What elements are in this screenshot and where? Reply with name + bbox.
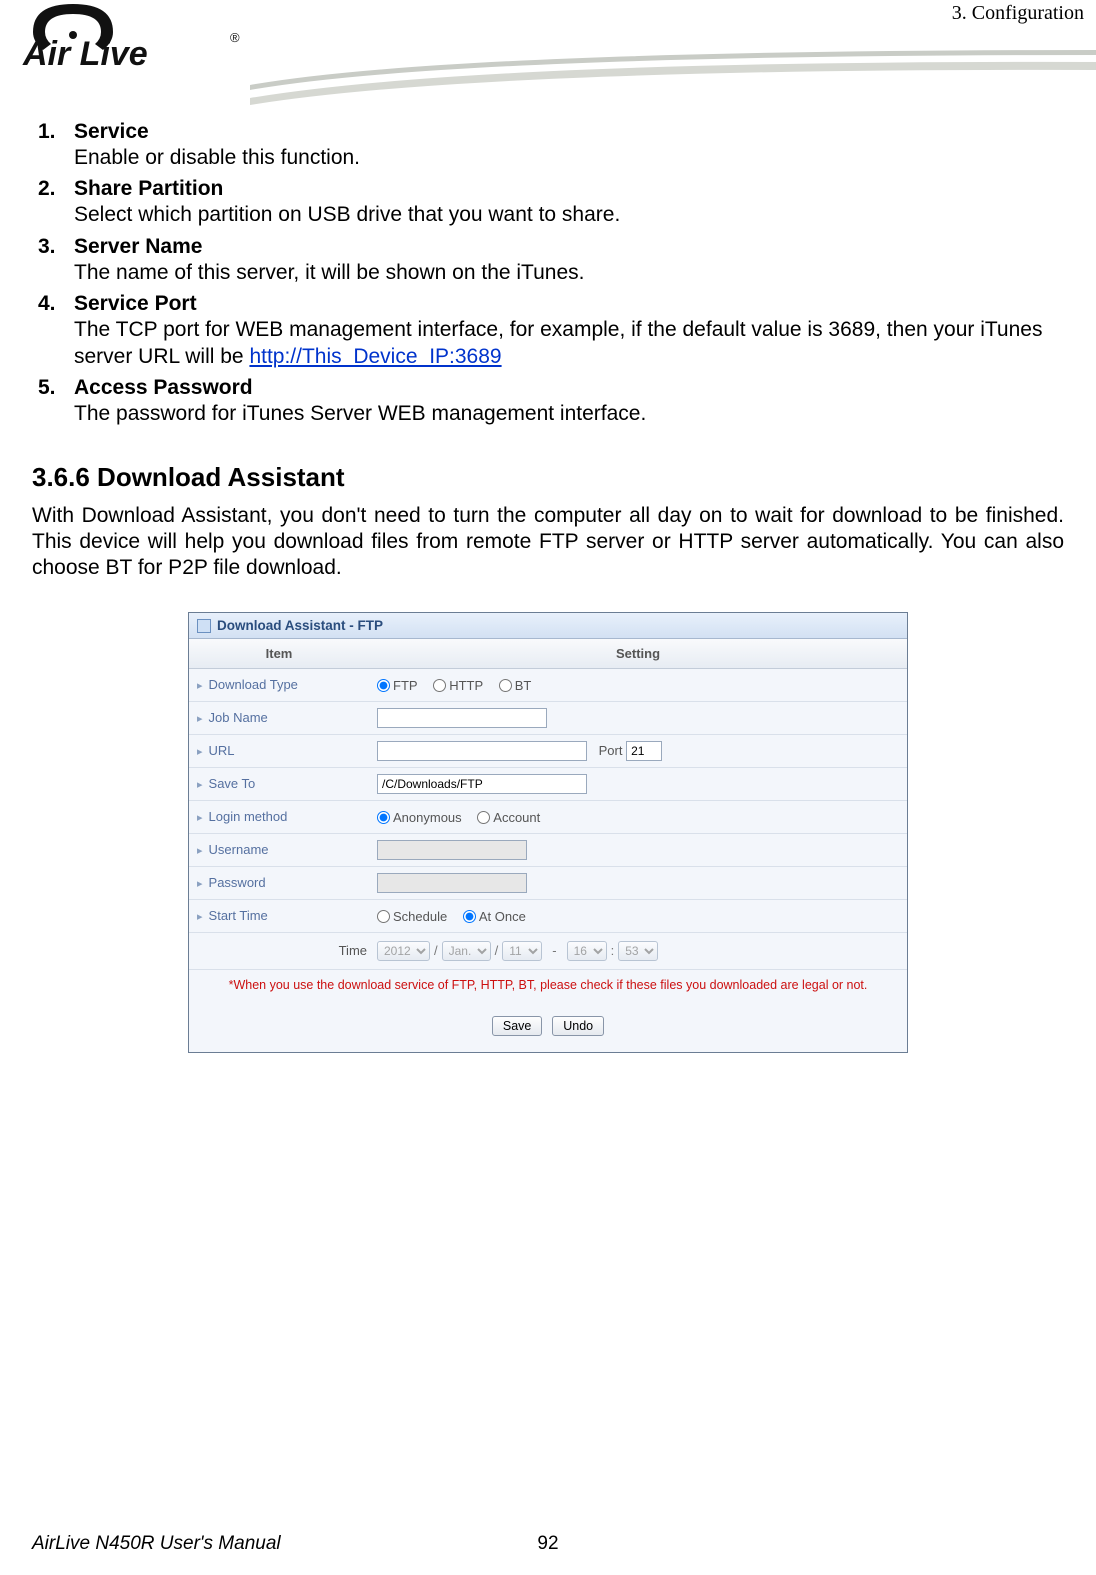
- item-desc: The name of this server, it will be show…: [74, 259, 1064, 286]
- label-save-to: Save To: [189, 770, 369, 797]
- svg-text:Air Live: Air Live: [22, 35, 148, 73]
- th-setting: Setting: [369, 639, 907, 668]
- table-row: Save To: [189, 768, 907, 801]
- svg-text:®: ®: [230, 30, 240, 45]
- hour-select[interactable]: 16: [567, 941, 607, 961]
- page-number: 92: [537, 1533, 558, 1555]
- table-row: Password: [189, 867, 907, 900]
- chapter-label: 3. Configuration: [952, 2, 1084, 25]
- port-label: Port: [599, 743, 623, 758]
- table-row: Job Name: [189, 702, 907, 735]
- numbered-list: 1.Service Enable or disable this functio…: [38, 120, 1064, 428]
- radio-ftp-label: FTP: [393, 678, 418, 693]
- item-number: 3.: [38, 235, 74, 259]
- label-username: Username: [189, 836, 369, 863]
- radio-schedule-label: Schedule: [393, 909, 447, 924]
- password-input[interactable]: [377, 873, 527, 893]
- manual-title: AirLive N450R User's Manual: [32, 1533, 281, 1555]
- save-button[interactable]: Save: [492, 1016, 543, 1036]
- item-title: Service Port: [74, 292, 197, 316]
- radio-at-once[interactable]: [463, 910, 476, 923]
- port-input[interactable]: [626, 741, 662, 761]
- radio-http-label: HTTP: [449, 678, 483, 693]
- item-desc: The TCP port for WEB management interfac…: [74, 316, 1064, 371]
- label-login-method: Login method: [189, 803, 369, 830]
- year-select[interactable]: 2012: [377, 941, 430, 961]
- item-desc: Enable or disable this function.: [74, 144, 1064, 171]
- radio-ftp[interactable]: [377, 679, 390, 692]
- page-footer: AirLive N450R User's Manual 92: [32, 1533, 1064, 1555]
- radio-account-label: Account: [493, 810, 540, 825]
- table-row: Username: [189, 834, 907, 867]
- sep-dash: -: [552, 943, 556, 958]
- item-title: Server Name: [74, 235, 202, 259]
- month-select[interactable]: Jan.: [442, 941, 491, 961]
- table-row: Start Time Schedule At Once: [189, 900, 907, 933]
- item-title: Service: [74, 120, 149, 144]
- list-item: 3.Server Name The name of this server, i…: [38, 235, 1064, 286]
- section-paragraph: With Download Assistant, you don't need …: [32, 503, 1064, 582]
- label-time: Time: [197, 943, 377, 958]
- label-job-name: Job Name: [189, 704, 369, 731]
- item-title: Access Password: [74, 376, 253, 400]
- sep-slash: /: [495, 943, 499, 958]
- radio-at-once-label: At Once: [479, 909, 526, 924]
- radio-http[interactable]: [433, 679, 446, 692]
- radio-anonymous[interactable]: [377, 811, 390, 824]
- undo-button[interactable]: Undo: [552, 1016, 604, 1036]
- item-number: 1.: [38, 120, 74, 144]
- device-url-link[interactable]: http://This_Device_IP:3689: [249, 345, 501, 368]
- table-row: Login method Anonymous Account: [189, 801, 907, 834]
- username-input[interactable]: [377, 840, 527, 860]
- label-download-type: Download Type: [189, 671, 369, 698]
- item-number: 4.: [38, 292, 74, 316]
- table-row: Download Type FTP HTTP BT: [189, 669, 907, 702]
- item-title: Share Partition: [74, 177, 223, 201]
- table-row: URL Port: [189, 735, 907, 768]
- time-row: Time 2012 / Jan. / 11 - 16 : 53: [189, 933, 907, 970]
- url-input[interactable]: [377, 741, 587, 761]
- sep-slash: /: [434, 943, 438, 958]
- button-row: Save Undo: [189, 1002, 907, 1052]
- job-name-input[interactable]: [377, 708, 547, 728]
- radio-schedule[interactable]: [377, 910, 390, 923]
- save-to-input[interactable]: [377, 774, 587, 794]
- radio-bt[interactable]: [499, 679, 512, 692]
- th-item: Item: [189, 639, 369, 668]
- warning-text: *When you use the download service of FT…: [189, 970, 907, 1002]
- download-assistant-panel: Download Assistant - FTP Item Setting Do…: [188, 612, 908, 1053]
- label-url: URL: [189, 737, 369, 764]
- airlive-logo: Air Live ®: [18, 2, 248, 82]
- header-swoosh: [250, 50, 1096, 110]
- item-desc: The password for iTunes Server WEB manag…: [74, 400, 1064, 427]
- radio-anonymous-label: Anonymous: [393, 810, 462, 825]
- list-item: 4.Service Port The TCP port for WEB mana…: [38, 292, 1064, 371]
- minute-select[interactable]: 53: [618, 941, 658, 961]
- radio-bt-label: BT: [515, 678, 532, 693]
- label-password: Password: [189, 869, 369, 896]
- day-select[interactable]: 11: [502, 941, 542, 961]
- table-header: Item Setting: [189, 639, 907, 669]
- section-heading: 3.6.6 Download Assistant: [32, 462, 1064, 493]
- label-start-time: Start Time: [189, 902, 369, 929]
- radio-account[interactable]: [477, 811, 490, 824]
- item-desc: Select which partition on USB drive that…: [74, 201, 1064, 228]
- panel-title: Download Assistant - FTP: [189, 613, 907, 639]
- list-item: 2.Share Partition Select which partition…: [38, 177, 1064, 228]
- list-item: 1.Service Enable or disable this functio…: [38, 120, 1064, 171]
- item-number: 5.: [38, 376, 74, 400]
- list-item: 5.Access Password The password for iTune…: [38, 376, 1064, 427]
- sep-colon: :: [611, 943, 615, 958]
- item-number: 2.: [38, 177, 74, 201]
